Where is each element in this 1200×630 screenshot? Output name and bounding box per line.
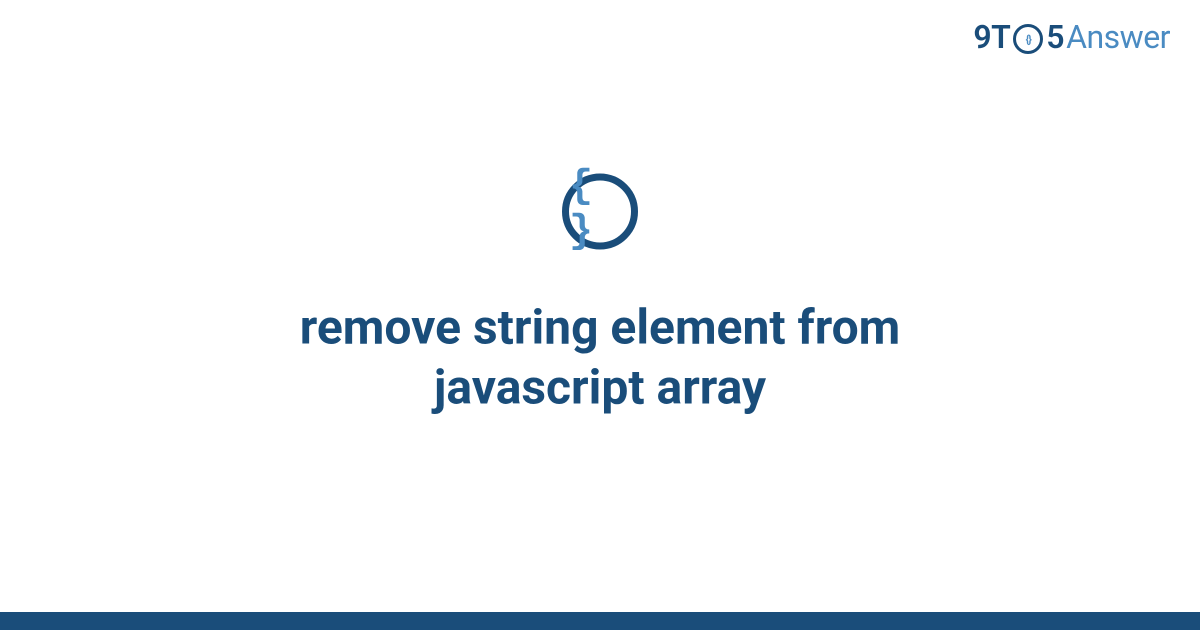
site-logo[interactable]: 9T {} 5 Answer	[973, 18, 1170, 56]
logo-inner-braces: {}	[1026, 33, 1031, 46]
logo-o-icon: {}	[1013, 24, 1043, 54]
footer-accent-bar	[0, 612, 1200, 630]
braces-glyph: { }	[569, 164, 631, 254]
main-content: { } remove string element from javascrip…	[0, 173, 1200, 417]
logo-text-9t: 9T	[973, 18, 1010, 56]
question-title: remove string element from javascript ar…	[150, 297, 1050, 417]
category-braces-icon: { }	[562, 173, 638, 249]
logo-text-5: 5	[1046, 18, 1064, 56]
logo-text-answer: Answer	[1066, 18, 1170, 56]
